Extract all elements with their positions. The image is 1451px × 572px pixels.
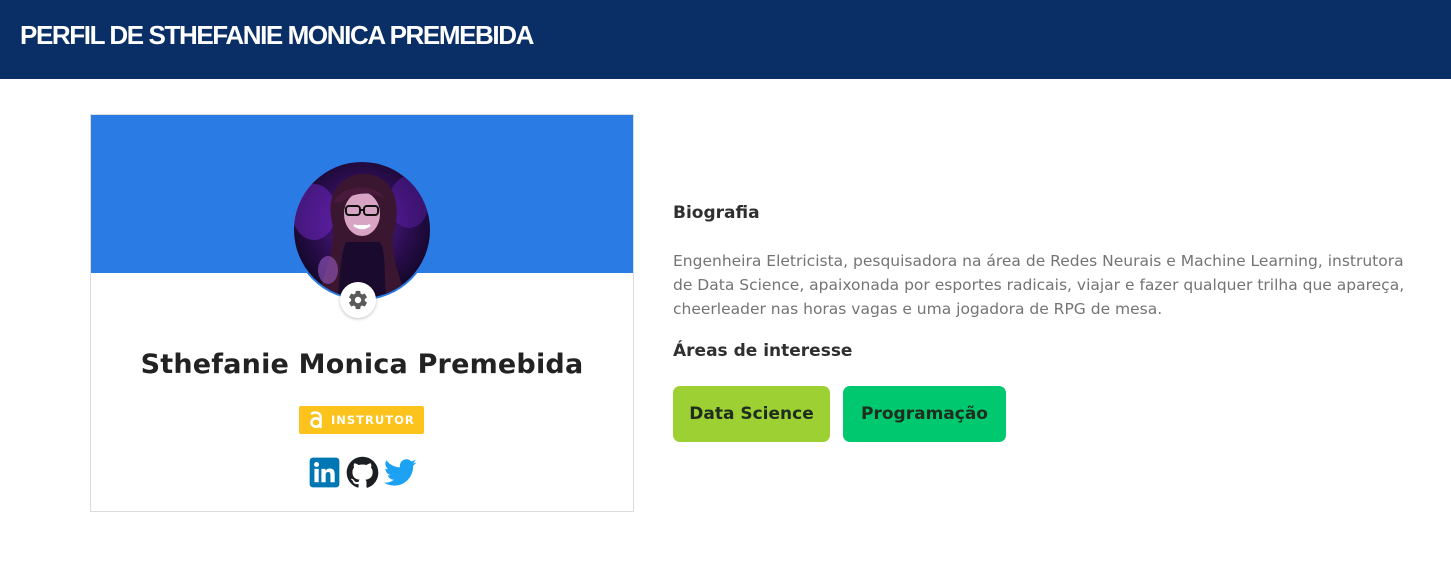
interest-chip-programacao[interactable]: Programação: [843, 386, 1006, 442]
alura-logo-icon: [308, 410, 324, 430]
linkedin-link[interactable]: [308, 456, 341, 489]
gear-icon: [349, 290, 367, 310]
biography-text: Engenheira Eletricista, pesquisadora na …: [673, 252, 1405, 318]
github-link[interactable]: [346, 456, 379, 489]
badge-label: INSTRUTOR: [331, 413, 415, 427]
twitter-link[interactable]: [384, 456, 417, 489]
instructor-badge: INSTRUTOR: [299, 406, 424, 434]
avatar-photo: [294, 162, 430, 298]
linkedin-icon: [309, 457, 340, 488]
top-header-bar: PERFIL DE STHEFANIE MONICA PREMEBIDA: [0, 0, 1451, 79]
social-links: [308, 456, 417, 489]
twitter-icon: [384, 459, 417, 486]
interest-chip-data-science[interactable]: Data Science: [673, 386, 830, 442]
profile-name: Sthefanie Monica Premebida: [140, 349, 584, 380]
page-title: PERFIL DE STHEFANIE MONICA PREMEBIDA: [20, 20, 534, 50]
profile-card: Sthefanie Monica Premebida INSTRUTOR: [90, 114, 634, 512]
interests-heading: Áreas de interesse: [673, 341, 853, 361]
avatar: [294, 162, 430, 298]
github-icon: [346, 456, 379, 488]
biography-heading: Biografia: [673, 203, 760, 223]
avatar-settings-button[interactable]: [340, 282, 376, 318]
